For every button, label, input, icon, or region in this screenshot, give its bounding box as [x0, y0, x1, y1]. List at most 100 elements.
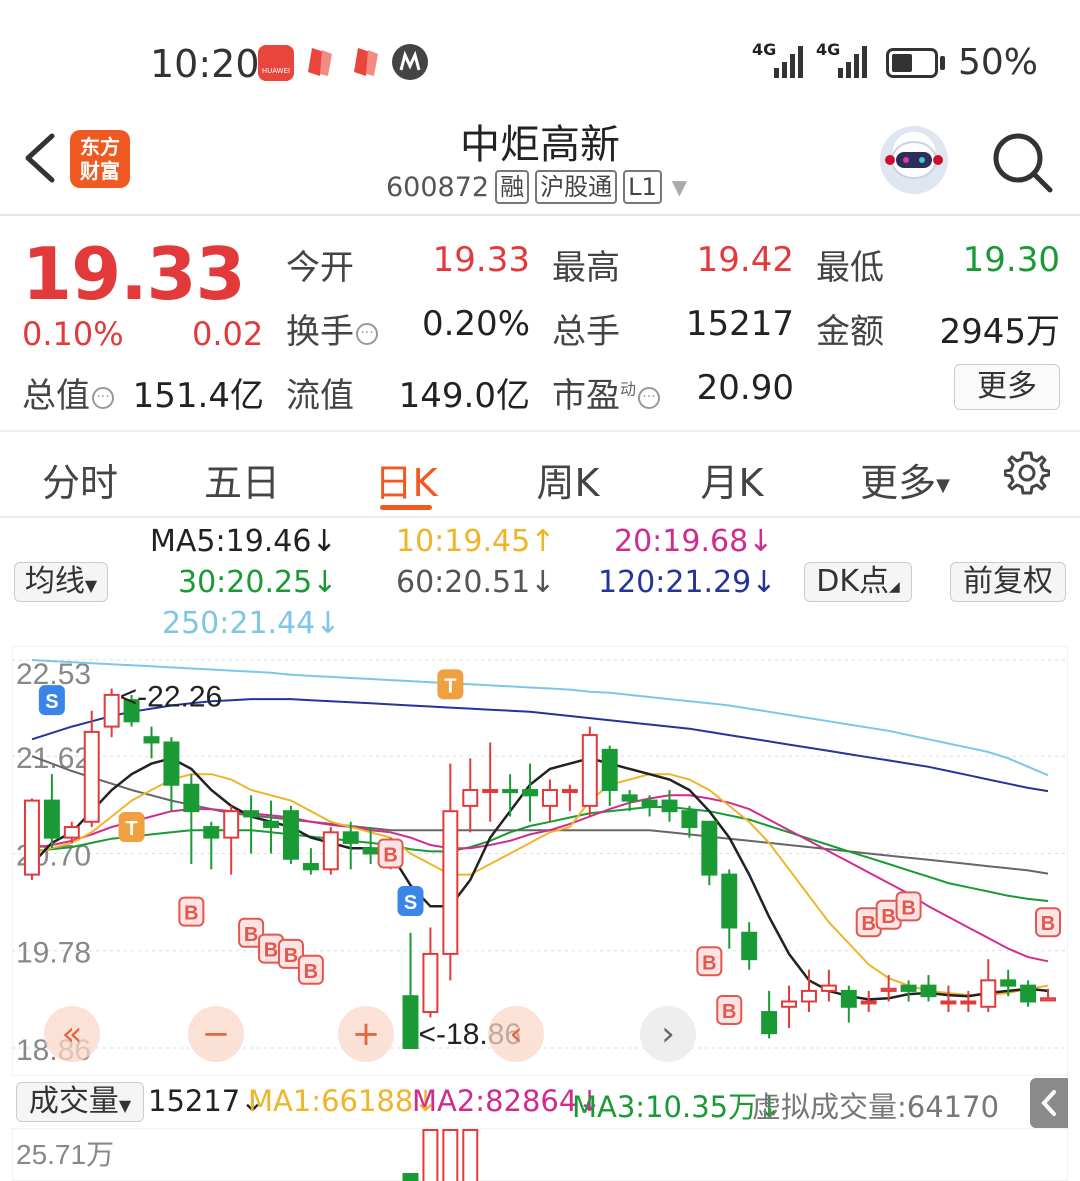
candle-body: [163, 741, 180, 786]
candle-body: [561, 789, 578, 794]
volume-ma3: MA3:10.35万↓: [572, 1090, 782, 1124]
adjust-button[interactable]: 前复权: [950, 562, 1066, 602]
chart-nav-button[interactable]: −: [188, 1006, 244, 1062]
y-tick-label: 21.62: [16, 742, 91, 775]
signal-label: B: [383, 844, 397, 866]
signal-label: B: [862, 913, 876, 935]
high-label: 最高: [552, 248, 620, 288]
gear-icon[interactable]: [1003, 450, 1051, 496]
virtual-volume: 虚拟成交量:64170: [752, 1090, 1000, 1124]
tab-weekly-k[interactable]: 周K: [508, 452, 628, 507]
candle-body: [541, 789, 558, 807]
m-app-icon: [392, 44, 428, 80]
candle-body: [63, 826, 80, 839]
info-icon[interactable]: ···: [356, 322, 378, 345]
tab-daily-k[interactable]: 日K: [346, 452, 466, 507]
chart-nav-button[interactable]: ‹: [488, 1006, 544, 1062]
candle-body: [581, 734, 598, 807]
corner-triangle-icon: ◢: [889, 579, 900, 595]
dk-point-button[interactable]: DK点◢: [804, 562, 912, 602]
candle-body: [342, 831, 359, 844]
chart-nav-button[interactable]: +: [338, 1006, 394, 1062]
high-price-marker: <-22.26: [120, 681, 223, 714]
nav-button-label: ‹: [509, 1014, 523, 1054]
market-cap-label[interactable]: 总值 ···: [22, 368, 114, 417]
volume-bar: [462, 1129, 479, 1181]
candle-body: [641, 799, 658, 807]
candle-body: [721, 873, 738, 929]
info-icon[interactable]: ···: [92, 386, 114, 409]
signal-label: B: [304, 961, 318, 983]
candle-body: [980, 979, 997, 1008]
margin-tag: 融: [495, 170, 530, 204]
nav-button-label: «: [62, 1014, 83, 1054]
tab-five-day[interactable]: 五日: [182, 452, 302, 507]
chart-nav-button[interactable]: ›: [640, 1006, 696, 1062]
nav-button-label: +: [352, 1014, 381, 1054]
battery-icon: [886, 48, 938, 78]
signal-label: B: [184, 903, 198, 925]
candle-body: [761, 1011, 778, 1035]
collapse-panel-button[interactable]: [1030, 1078, 1068, 1128]
turnover-label[interactable]: 换手 ···: [286, 304, 378, 353]
signal-label: S: [404, 892, 417, 914]
connect-tag: 沪股通: [535, 170, 618, 204]
volume-ma1: MA1:66188↓: [248, 1084, 438, 1118]
search-icon[interactable]: [990, 130, 1054, 194]
signal-label: T: [444, 675, 456, 697]
level-tag: L1: [623, 170, 662, 204]
candle-body: [43, 799, 60, 839]
tab-intraday[interactable]: 分时: [20, 452, 140, 507]
stock-code: 600872: [386, 171, 490, 203]
candle-body: [143, 736, 160, 744]
volume-bar: [402, 1173, 419, 1181]
dropdown-icon: ▼: [936, 475, 950, 496]
volume-selector[interactable]: 成交量▼: [16, 1082, 144, 1122]
ma60-value: 60:20.51↓: [396, 565, 556, 600]
ma-selector[interactable]: 均线▼: [14, 562, 108, 602]
clock: 10:20: [150, 42, 260, 86]
more-button[interactable]: 更多: [954, 364, 1060, 410]
divider: [0, 430, 1080, 432]
low-label: 最低: [816, 248, 884, 288]
ma30-value: 30:20.25↓: [178, 565, 338, 600]
candle-body: [462, 789, 479, 807]
volume-label: 总手: [552, 312, 620, 352]
signal-label: B: [901, 897, 915, 919]
status-bar: 10:20 HUAWEI 4G 4G 50%: [0, 0, 1080, 110]
info-icon[interactable]: ···: [638, 386, 661, 409]
kline-chart[interactable]: 22.5321.6220.7019.7818.86<-22.26<-18.86S…: [12, 646, 1068, 1076]
tab-monthly-k[interactable]: 月K: [672, 452, 792, 507]
tab-more[interactable]: 更多▼: [850, 452, 960, 507]
candle-body: [223, 810, 240, 839]
volume-header: 成交量▼ 15217↓ MA1:66188↓ MA2:82864↓ MA3:10…: [12, 1078, 1068, 1128]
ma20-value: 20:19.68↓: [614, 524, 774, 559]
candle-body: [263, 820, 280, 829]
dropdown-icon: ▼: [118, 1096, 132, 1115]
assistant-robot-icon[interactable]: [880, 126, 948, 194]
stock-subtitle[interactable]: 600872 融 沪股通 L1 ▼: [386, 170, 687, 204]
candle-body: [203, 826, 220, 839]
divider: [0, 214, 1080, 216]
candle-body: [741, 931, 758, 961]
volume-chart[interactable]: 25.71万: [12, 1128, 1068, 1181]
dropdown-triangle-icon: ▼: [671, 175, 688, 199]
candle-body: [402, 995, 419, 1050]
candle-body: [322, 831, 339, 871]
candle-body: [860, 1000, 877, 1005]
pe-label[interactable]: 市盈动 ···: [552, 368, 661, 417]
volume-bar: [422, 1129, 439, 1181]
active-tab-indicator: [380, 505, 432, 510]
signal-label: B: [881, 906, 895, 928]
change-amount: 0.02: [192, 315, 264, 353]
chart-nav-button[interactable]: «: [44, 1006, 100, 1062]
candle-body: [880, 987, 897, 992]
candle-body: [900, 984, 917, 992]
ma5-value: MA5:19.46↓: [150, 524, 337, 559]
candle-body: [960, 1000, 977, 1005]
signal-label: B: [264, 940, 278, 962]
battery-percent: 50%: [958, 42, 1039, 83]
volume-bar: [442, 1129, 459, 1181]
candle-body: [103, 693, 120, 728]
float-cap-value: 149.0亿: [398, 376, 530, 416]
